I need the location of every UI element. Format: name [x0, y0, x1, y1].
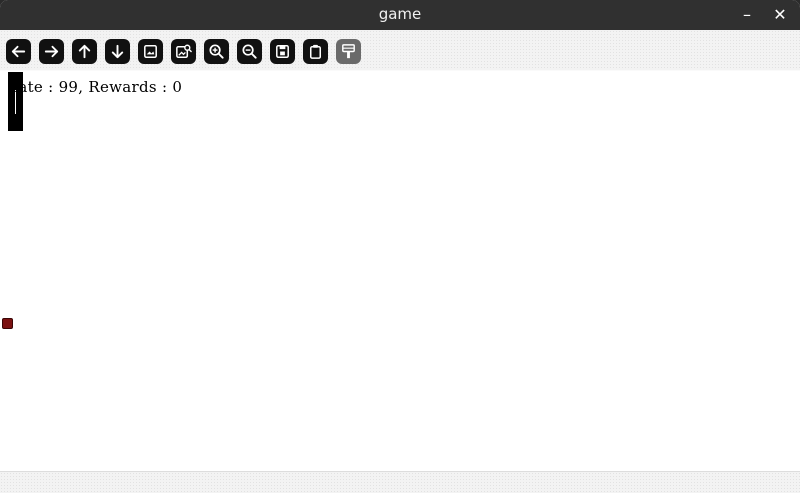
image-search-button[interactable]	[171, 39, 196, 64]
window-title: game	[378, 5, 422, 23]
paint-button[interactable]	[336, 39, 361, 64]
back-icon	[11, 45, 26, 58]
save-button[interactable]	[270, 39, 295, 64]
image-button[interactable]	[138, 39, 163, 64]
save-icon	[276, 45, 289, 58]
game-canvas[interactable]: tate : 99, Rewards : 0	[0, 71, 800, 471]
minimize-button[interactable]: –	[735, 3, 759, 27]
title-bar[interactable]: game – ✕	[0, 0, 800, 30]
app-window: game – ✕ tate: 99, Rewards: 0	[0, 0, 800, 493]
arrow-up-icon	[78, 44, 91, 59]
image-search-icon	[176, 44, 192, 58]
close-button[interactable]: ✕	[768, 3, 792, 27]
forward-icon	[44, 45, 59, 58]
zoom-out-button[interactable]	[237, 39, 262, 64]
zoom-in-icon	[209, 44, 224, 59]
zoom-out-icon	[242, 44, 257, 59]
clipboard-icon	[309, 44, 322, 59]
toolbar	[0, 30, 800, 70]
game-status-text: tate : 99, Rewards : 0	[12, 78, 183, 96]
status-bar	[0, 471, 800, 493]
up-button[interactable]	[72, 39, 97, 64]
image-icon	[144, 45, 157, 58]
down-button[interactable]	[105, 39, 130, 64]
forward-button[interactable]	[39, 39, 64, 64]
paint-brush-icon	[342, 44, 355, 59]
game-ball	[2, 318, 13, 329]
zoom-in-button[interactable]	[204, 39, 229, 64]
clipboard-button[interactable]	[303, 39, 328, 64]
back-button[interactable]	[6, 39, 31, 64]
arrow-down-icon	[111, 44, 124, 59]
